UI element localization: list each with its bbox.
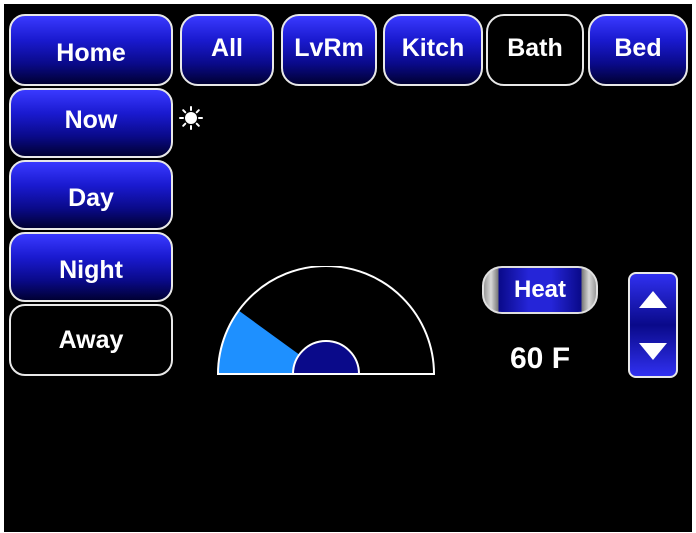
tab-bed[interactable]: Bed	[588, 14, 688, 86]
mode-day-button[interactable]: Day	[9, 160, 173, 230]
triangle-down-icon	[639, 342, 667, 360]
heat-mode-button[interactable]: Heat	[482, 266, 598, 314]
thermostat-screen: Home All LvRm Kitch Bath Bed Now Day Nig…	[4, 4, 692, 532]
sun-icon	[179, 106, 203, 130]
tab-lvrm[interactable]: LvRm	[281, 14, 377, 86]
gauge-hub	[291, 340, 361, 375]
triangle-up-icon	[639, 290, 667, 308]
mode-now-button[interactable]: Now	[9, 88, 173, 158]
tab-bath[interactable]: Bath	[486, 14, 584, 86]
setpoint-stepper	[628, 272, 678, 378]
temperature-gauge	[216, 266, 436, 375]
tab-all[interactable]: All	[180, 14, 274, 86]
mode-away-button[interactable]: Away	[9, 304, 173, 376]
mode-night-button[interactable]: Night	[9, 232, 173, 302]
decrease-temp-button[interactable]	[630, 325, 676, 376]
increase-temp-button[interactable]	[630, 274, 676, 325]
home-button[interactable]: Home	[9, 14, 173, 86]
tab-kitch[interactable]: Kitch	[383, 14, 483, 86]
setpoint-value: 60 F	[509, 342, 571, 375]
